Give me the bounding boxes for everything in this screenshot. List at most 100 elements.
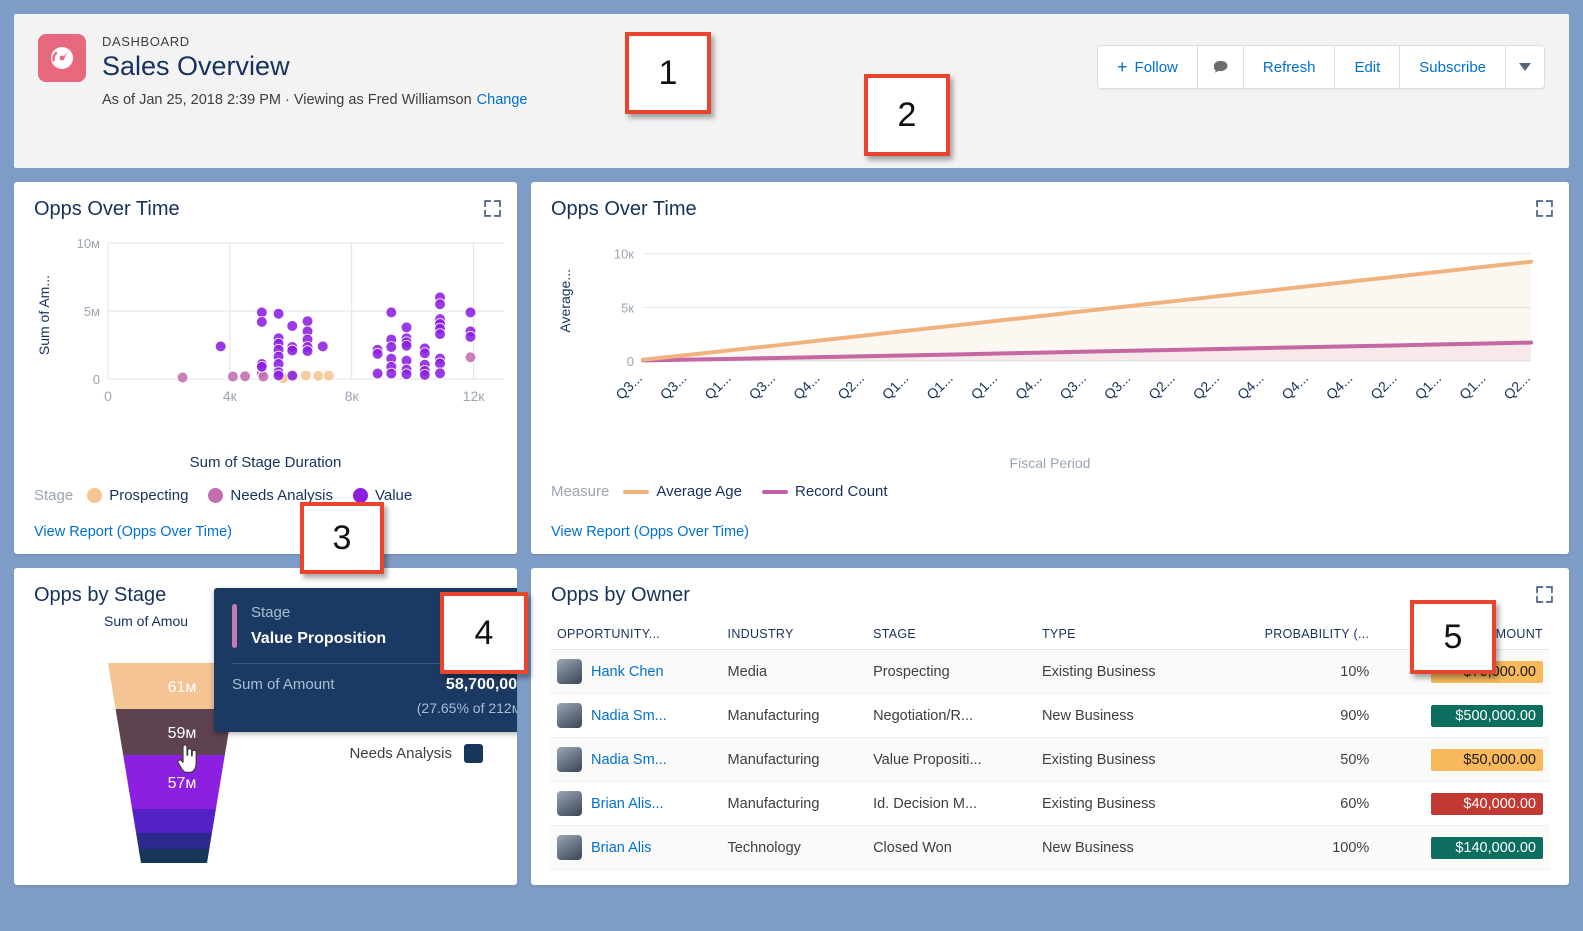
legend-swatch [464, 744, 483, 763]
owner-link[interactable]: Hank Chen [591, 664, 664, 680]
cell-probability: 50% [1211, 737, 1376, 782]
dashboard-gauge-icon [38, 34, 86, 82]
expand-icon[interactable] [484, 200, 501, 217]
dashboard-meta: As of Jan 25, 2018 2:39 PM · Viewing as … [102, 92, 527, 108]
svg-text:Q2...: Q2... [1500, 370, 1533, 403]
legend-item-average-age[interactable]: Average Age [623, 483, 742, 500]
widget-opps-over-time-scatter: Opps Over Time Sum of Am... 0 5м 10м 0 4к 8к 1… [14, 182, 517, 554]
cell-amount: $500,000.00 [1375, 693, 1549, 738]
svg-text:59м: 59м [168, 725, 197, 742]
table-row[interactable]: Nadia Sm... Manufacturing Value Propositi.… [551, 737, 1549, 782]
svg-text:Q3...: Q3... [612, 370, 645, 403]
legend-item-prospecting[interactable]: Prospecting [87, 487, 188, 504]
owner-link[interactable]: Nadia Sm... [591, 708, 667, 724]
svg-text:Q2...: Q2... [1190, 370, 1223, 403]
legend-label: Prospecting [109, 487, 189, 504]
tooltip-category-value: Value Proposition [251, 630, 387, 647]
table-row[interactable]: Brian Alis... Manufacturing Id. Decision M… [551, 781, 1549, 826]
legend-swatch [762, 489, 788, 494]
scatter-plot: Sum of Am... 0 5м 10м 0 4к 8к 12к [34, 227, 504, 452]
refresh-button[interactable]: Refresh [1243, 46, 1336, 88]
edit-button[interactable]: Edit [1335, 46, 1401, 88]
cell-stage: Prospecting [867, 649, 1036, 694]
widget-title: Opps by Owner [551, 584, 690, 606]
more-actions-button[interactable] [1506, 46, 1544, 88]
svg-text:Q1...: Q1... [968, 370, 1001, 403]
column-header-probability[interactable]: PROBABILITY (... [1211, 619, 1376, 650]
tooltip-percent: (27.65% of 212м) [416, 700, 517, 716]
svg-text:Q1...: Q1... [1412, 370, 1445, 403]
chatter-feed-icon [1213, 60, 1228, 73]
opps-by-owner-table: OPPORTUNITY... INDUSTRY STAGE TYPE PROBA… [551, 619, 1549, 870]
owner-link[interactable]: Nadia Sm... [591, 752, 667, 768]
svg-text:5к: 5к [621, 300, 634, 315]
legend-item-needs-analysis[interactable]: Needs Analysis [349, 744, 483, 763]
owner-cell: Nadia Sm... [557, 747, 716, 772]
line-x-axis-title: Fiscal Period [1009, 455, 1091, 471]
owner-link[interactable]: Brian Alis... [591, 796, 664, 812]
line-y-axis-title: Average... [557, 269, 573, 333]
svg-text:Q3...: Q3... [1101, 370, 1134, 403]
scatter-legend: Stage Prospecting Needs Analysis Value [34, 487, 497, 504]
svg-text:Q3...: Q3... [746, 370, 779, 403]
legend-swatch [623, 489, 650, 494]
cell-amount: $50,000.00 [1375, 737, 1549, 782]
cell-stage: Negotiation/R... [867, 693, 1036, 738]
follow-button[interactable]: + Follow [1098, 46, 1198, 88]
svg-text:Q4...: Q4... [1323, 370, 1356, 403]
view-report-link[interactable]: View Report (Opps Over Time) [551, 524, 749, 540]
table-row[interactable]: Brian Alis Technology Closed Won New Busine… [551, 825, 1549, 870]
cell-industry: Manufacturing [721, 737, 868, 782]
avatar [557, 703, 582, 728]
cell-type: Existing Business [1035, 781, 1212, 826]
svg-text:Q1...: Q1... [879, 370, 912, 403]
cell-stage: Closed Won [867, 825, 1036, 870]
legend-swatch [87, 488, 103, 503]
cell-industry: Technology [721, 825, 868, 870]
cell-probability: 90% [1211, 693, 1376, 738]
amount-badge: $500,000.00 [1431, 704, 1543, 727]
legend-item-record-count[interactable]: Record Count [762, 483, 888, 500]
widget-title: Opps Over Time [34, 198, 180, 220]
chatter-feed-button[interactable] [1197, 46, 1244, 88]
avatar [557, 791, 582, 816]
svg-text:Q2...: Q2... [1367, 370, 1400, 403]
scatter-legend-title: Stage [34, 487, 74, 504]
column-header-industry[interactable]: INDUSTRY [721, 619, 868, 650]
column-header-opportunity[interactable]: OPPORTUNITY... [551, 619, 722, 650]
owner-cell: Nadia Sm... [557, 703, 716, 728]
cell-industry: Media [721, 649, 868, 694]
column-header-type[interactable]: TYPE [1035, 619, 1212, 650]
legend-swatch [352, 488, 368, 503]
table-row[interactable]: Hank Chen Media Prospecting Existing Busine… [551, 649, 1549, 694]
change-viewer-link[interactable]: Change [477, 92, 528, 108]
expand-icon[interactable] [1536, 586, 1553, 603]
subscribe-button[interactable]: Subscribe [1400, 46, 1506, 88]
header-text-block: DASHBOARD Sales Overview As of Jan 25, 2… [102, 34, 527, 108]
view-report-link[interactable]: View Report (Opps Over Time) [34, 524, 232, 540]
cell-type: Existing Business [1035, 649, 1212, 694]
column-header-stage[interactable]: STAGE [867, 619, 1036, 650]
dashboard-header: DASHBOARD Sales Overview As of Jan 25, 2… [14, 14, 1569, 168]
svg-text:Q4...: Q4... [790, 370, 823, 403]
amount-badge: $140,000.00 [1431, 836, 1543, 859]
expand-icon[interactable] [1536, 200, 1553, 217]
tooltip-category-block: Stage Value Proposition [251, 604, 386, 648]
scatter-x-axis-title: Sum of Stage Duration [189, 454, 342, 471]
owner-link[interactable]: Brian Alis [591, 840, 651, 856]
cell-opportunity-owner: Brian Alis... [551, 781, 722, 826]
as-of-text: As of Jan 25, 2018 2:39 PM · Viewing as … [102, 92, 472, 109]
callout-3: 3 [300, 502, 384, 574]
svg-text:0: 0 [104, 388, 112, 404]
legend-label: Average Age [656, 483, 742, 500]
svg-text:Q1...: Q1... [701, 370, 734, 403]
svg-text:61м: 61м [168, 679, 197, 696]
object-type-label: DASHBOARD [102, 34, 190, 49]
cell-industry: Manufacturing [721, 693, 868, 738]
callout-4: 4 [440, 592, 528, 674]
cell-amount: $40,000.00 [1375, 781, 1549, 826]
tooltip-measure-value: 58,700,000 [445, 676, 517, 693]
cell-industry: Manufacturing [721, 781, 868, 826]
table-row[interactable]: Nadia Sm... Manufacturing Negotiation/R...… [551, 693, 1549, 738]
callout-5: 5 [1410, 600, 1496, 674]
